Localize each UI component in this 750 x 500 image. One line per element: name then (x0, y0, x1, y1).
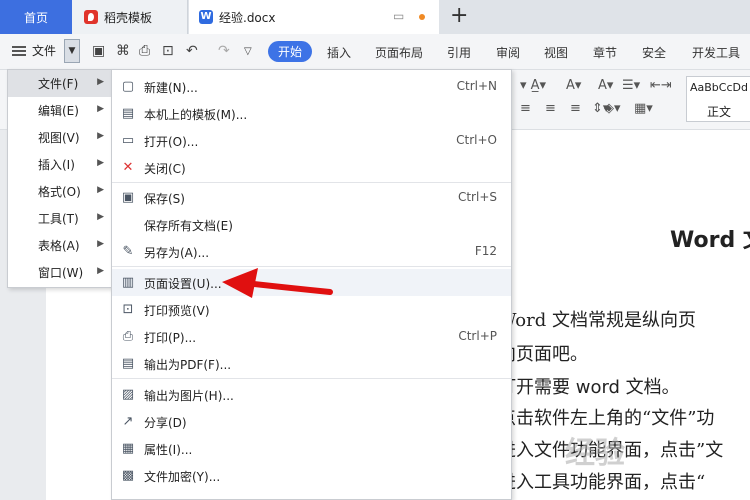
arrow-head (222, 268, 258, 298)
arrow-shaft (242, 280, 333, 295)
annotation-arrow (222, 268, 333, 298)
